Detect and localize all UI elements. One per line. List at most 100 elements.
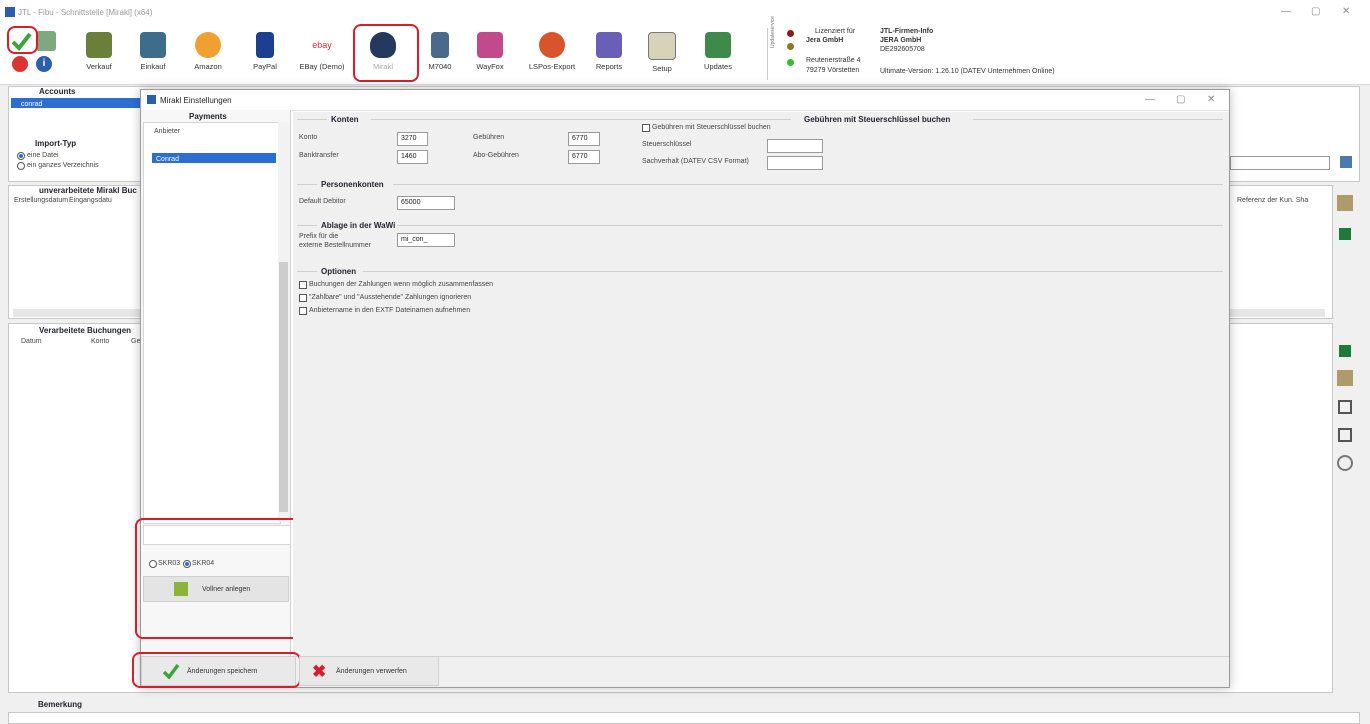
gebuehren-input[interactable]: 6770	[568, 132, 600, 146]
dialog-titlebar: Mirakl Einstellungen — ▢ ✕	[141, 90, 1229, 111]
paypal-icon	[256, 32, 274, 58]
banktransfer-input[interactable]: 1460	[397, 150, 428, 164]
toolbar-einkauf[interactable]: Einkauf	[131, 26, 175, 82]
toolbar-ebay[interactable]: ebay EBay (Demo)	[296, 26, 348, 82]
steuer-title: Gebühren mit Steuerschlüssel buchen	[804, 115, 951, 124]
import-radio-file[interactable]	[17, 152, 25, 160]
firm-info-title: JTL-Firmen-Info	[880, 28, 934, 35]
status-yellow-dot	[787, 43, 794, 50]
dialog-close[interactable]: ✕	[1207, 94, 1215, 105]
option-anbietername-checkbox[interactable]	[299, 307, 307, 315]
calculator-icon[interactable]	[1337, 195, 1353, 211]
dialog-title: Mirakl Einstellungen	[160, 96, 232, 105]
path-input[interactable]	[1230, 156, 1330, 170]
toolbar-amazon[interactable]: Amazon	[186, 26, 230, 82]
bemerkung-title: Bemerkung	[38, 700, 83, 709]
bemerkung-field[interactable]	[8, 712, 1360, 724]
highlight-check	[7, 26, 38, 54]
m7040-icon	[431, 32, 449, 58]
optionen-title: Optionen	[321, 267, 357, 276]
window-title: JTL - Fibu - Schnittstelle [Mirakl] (x64…	[18, 8, 153, 17]
license-company: Jera GmbH	[806, 37, 844, 44]
cross-icon: ✖	[312, 662, 327, 681]
highlight-save	[132, 652, 301, 688]
toolbar-verkauf[interactable]: Verkauf	[77, 26, 121, 82]
settings-area: Konten Gebühren mit Steuerschlüssel buch…	[293, 112, 1229, 656]
steuer-checkbox[interactable]	[642, 124, 650, 132]
discard-button[interactable]: ✖ Änderungen verwerfen	[299, 656, 439, 686]
reports-icon	[596, 32, 622, 58]
unprocessed-title: unverarbeitete Mirakl Buc	[39, 186, 137, 195]
accounts-title: Accounts	[39, 87, 76, 96]
highlight-mirakl	[353, 24, 419, 82]
import-typ-title: Import-Typ	[35, 139, 77, 148]
list-scrollbar[interactable]	[278, 122, 289, 522]
warehouse-icon	[140, 32, 166, 58]
calculator-icon-2[interactable]	[1337, 370, 1353, 386]
toolbar-wayfox[interactable]: WayFox	[468, 26, 512, 82]
dialog-maximize[interactable]: ▢	[1176, 94, 1185, 105]
mirakl-settings-dialog: Mirakl Einstellungen — ▢ ✕ Payments Anbi…	[132, 89, 1230, 688]
license-city: 79279 Vörstetten	[806, 67, 860, 74]
status-green-dot	[787, 59, 794, 66]
wayfox-icon	[477, 32, 503, 58]
excel-icon[interactable]	[1339, 228, 1351, 240]
app-icon	[5, 7, 15, 17]
ablage-title: Ablage in der WaWi	[321, 221, 396, 230]
anbieter-row-conrad[interactable]: Conrad	[152, 153, 276, 163]
sachverhalt-input[interactable]	[767, 156, 823, 170]
abo-gebuehren-input[interactable]: 6770	[568, 150, 600, 164]
info-icon[interactable]: i	[36, 56, 52, 72]
separator	[767, 28, 768, 80]
personen-title: Personenkonten	[321, 180, 384, 189]
ebay-icon: ebay	[309, 32, 335, 58]
service-label: Updateservice	[770, 16, 776, 48]
search-plus-icon[interactable]	[1337, 455, 1353, 471]
maximize-button[interactable]: ▢	[1311, 6, 1320, 17]
toolbar-m7040[interactable]: M7040	[418, 26, 462, 82]
power-icon[interactable]	[12, 56, 28, 72]
prefix-input[interactable]: mi_con_	[397, 233, 455, 247]
highlight-left-bottom	[135, 518, 301, 639]
debitor-input[interactable]: 65000	[397, 196, 455, 210]
license-street: Reutenerstraße 4	[806, 57, 861, 64]
toolbar-updates[interactable]: Updates	[696, 26, 740, 82]
minimize-button[interactable]: —	[1281, 6, 1291, 17]
steuerschluessel-input[interactable]	[767, 139, 823, 153]
close-button[interactable]: ✕	[1342, 6, 1350, 17]
import-radio-dir[interactable]	[17, 162, 25, 170]
version-text: Ultimate-Version: 1.26.10 (DATEV Unterne…	[880, 68, 1055, 75]
window-titlebar: JTL - Fibu - Schnittstelle [Mirakl] (x64…	[0, 0, 1370, 26]
firm-id: DE292605708	[880, 46, 925, 53]
excel-icon-2[interactable]	[1339, 345, 1351, 357]
accounts-row[interactable]: conrad	[11, 98, 141, 108]
toolbar-reports[interactable]: Reports	[587, 26, 631, 82]
updates-icon	[705, 32, 731, 58]
dialog-app-icon	[147, 95, 156, 104]
amazon-icon	[195, 32, 221, 58]
setup-icon	[648, 32, 676, 60]
toolbar-lspos-export[interactable]: LSPos-Export	[524, 26, 580, 82]
cart-icon	[86, 32, 112, 58]
import-icon[interactable]	[36, 31, 56, 51]
firm-name: JERA GmbH	[880, 37, 922, 44]
scroll-thumb[interactable]	[279, 262, 288, 512]
toolbar-paypal[interactable]: PayPal	[243, 26, 287, 82]
status-red-dot	[787, 30, 794, 37]
lspos-icon	[539, 32, 565, 58]
option-ignorieren-checkbox[interactable]	[299, 294, 307, 302]
export-icon[interactable]	[1338, 400, 1352, 414]
toolbar-setup[interactable]: Setup	[640, 26, 684, 82]
browse-icon[interactable]	[1340, 156, 1352, 168]
option-zusammenfassen-checkbox[interactable]	[299, 281, 307, 289]
main-toolbar: i Verkauf Einkauf Amazon PayPal ebay EBa…	[0, 16, 1370, 85]
processed-title: Verarbeitete Buchungen	[39, 326, 132, 335]
import-file-icon[interactable]	[1338, 428, 1352, 442]
konto-input[interactable]: 3270	[397, 132, 428, 146]
license-label: Lizenziert für	[815, 28, 856, 35]
konten-title: Konten	[331, 115, 359, 124]
anbieter-list[interactable]: Anbieter Conrad	[143, 122, 281, 524]
dialog-minimize[interactable]: —	[1145, 94, 1155, 105]
payments-title: Payments	[189, 112, 227, 121]
anbieter-header: Anbieter	[154, 128, 181, 135]
